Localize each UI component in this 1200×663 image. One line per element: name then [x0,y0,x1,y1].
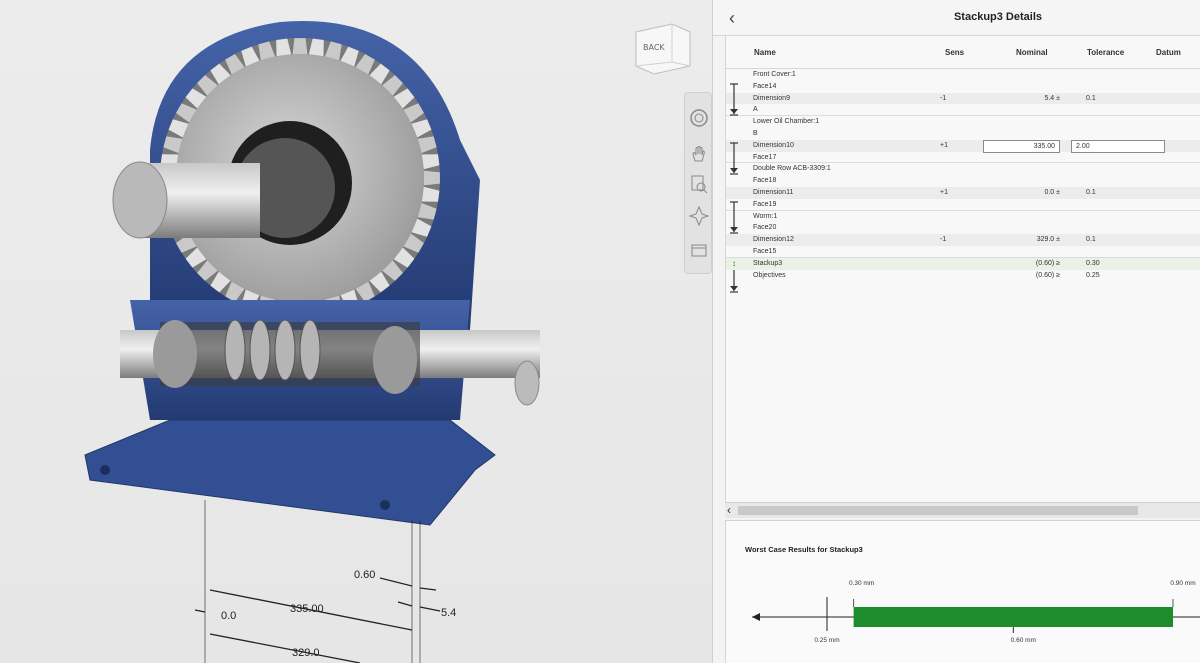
table-row[interactable]: Face18 [726,175,1200,187]
dimension-label-335[interactable]: 335.00 [290,603,324,615]
table-body: Front Cover:1 Face14 Dimension9 -1 5.4 ± 0.1 A… [726,69,1200,293]
dimension-row[interactable]: Dimension11 +1 0.0 ± 0.1 [726,186,1200,199]
max-label: 0.90 mm [1170,580,1195,587]
row-name: Face14 [753,82,777,90]
row-name: Face20 [753,224,777,232]
dimension-label-0.0[interactable]: 0.0 [221,610,236,622]
row-tolerance: 0.30 [1086,259,1100,267]
look-at-icon[interactable] [688,205,710,227]
row-name: Front Cover:1 [753,71,796,78]
column-header-nominal[interactable]: Nominal [1016,48,1048,57]
row-sens: -1 [940,94,947,102]
table-row[interactable]: Lower Oil Chamber:1 [726,116,1200,128]
dimension-label-329[interactable]: 329.0 [292,647,320,659]
row-name: Face15 [753,247,777,255]
row-sens: +1 [940,188,948,196]
min-label: 0.30 mm [849,580,874,587]
row-nominal: 329.0 ± [1036,236,1060,244]
row-nominal: 0.0 ± [1044,188,1060,196]
dimension-label-0.60[interactable]: 0.60 [354,569,375,581]
stackup-table: Name Sens Nominal Tolerance Datum Front … [725,36,1200,502]
row-name: Lower Oil Chamber:1 [753,118,820,126]
row-name: Face19 [753,200,777,208]
panel-header: ‹ Stackup3 Details [713,0,1200,36]
dimension-annotations [194,500,441,663]
row-tolerance: 0.25 [1086,271,1100,279]
column-header-tolerance[interactable]: Tolerance [1087,48,1124,57]
summary-row[interactable]: ↕ Stackup3 (0.60) ≥ 0.30 [726,257,1200,270]
horizontal-scrollbar[interactable]: ‹ [725,502,1200,518]
dimension-row[interactable]: Dimension10 +1 335.00 2.00 [726,139,1200,153]
app-window: 0.60 335.00 0.0 5.4 329.0 BACK ‹ Stackup… [0,0,1200,663]
table-row[interactable]: B [726,128,1200,140]
table-row[interactable]: Face17 [726,152,1200,164]
base-plate [84,419,496,526]
output-shaft [112,161,260,239]
display-settings-icon[interactable] [688,239,710,261]
row-tolerance: 0.1 [1086,188,1096,196]
row-name: A [753,106,758,114]
table-row[interactable]: Face20 [726,222,1200,234]
row-sens: +1 [940,141,948,149]
column-header-name[interactable]: Name [754,48,776,57]
row-tolerance: 0.1 [1086,236,1096,244]
axis-arrow-icon [752,613,760,621]
worst-case-chart: 0.30 mm 0.90 mm 0.25 mm 0.60 mm [752,580,1200,644]
view-cube[interactable]: BACK [632,22,692,76]
row-name: Stackup3 [753,259,783,267]
objective-label: 0.25 mm [814,637,839,644]
scrollbar-thumb[interactable] [738,506,1138,515]
row-name: Dimension12 [753,236,794,244]
navigation-bar [684,92,712,274]
row-name: Worm:1 [753,212,778,220]
stack-chain-icon [730,83,738,116]
column-header-datum[interactable]: Datum [1156,48,1181,57]
worst-case-results: Worst Case Results for Stackup3 0.30 mm 0… [725,520,1200,663]
row-tolerance: 0.1 [1086,94,1096,102]
row-nominal: (0.60) ≥ [1035,259,1060,267]
panel-title: Stackup3 Details [953,11,1043,23]
table-row[interactable]: Worm:1 [726,211,1200,223]
dimension-row[interactable]: Dimension12 -1 329.0 ± 0.1 [726,234,1200,246]
row-name: B [753,129,758,137]
table-row[interactable]: Double Row ACB-3309:1 [726,163,1200,175]
table-row[interactable]: Face15 [726,246,1200,258]
row-name: Face17 [753,153,777,161]
model-viewport[interactable]: 0.60 335.00 0.0 5.4 329.0 BACK [0,0,712,663]
dimension-label-5.4[interactable]: 5.4 [441,607,456,619]
table-row[interactable]: Front Cover:1 [726,69,1200,81]
gearbox-model[interactable]: 0.60 335.00 0.0 5.4 329.0 [0,0,712,663]
row-nominal: 5.4 ± [1044,94,1060,102]
row-name: Double Row ACB-3309:1 [753,165,831,173]
table-row[interactable]: Face19 [726,199,1200,211]
zoom-window-icon[interactable] [688,173,710,195]
table-header: Name Sens Nominal Tolerance Datum [726,36,1200,69]
summary-row[interactable]: Objectives (0.60) ≥ 0.25 [726,270,1200,282]
row-nominal: (0.60) ≥ [1035,271,1060,279]
table-row[interactable]: A [726,104,1200,117]
nominal-label: 0.60 mm [1011,637,1036,644]
scroll-left-icon[interactable]: ‹ [727,503,731,518]
stackup-details-panel: ‹ Stackup3 Details Name Sens Nominal Tol… [712,0,1200,663]
row-sens: -1 [940,236,947,244]
table-row[interactable]: Face14 [726,81,1200,93]
row-name: Objectives [753,271,786,279]
row-name: Dimension10 [753,141,794,149]
row-name: Dimension11 [753,188,794,196]
dimension-row[interactable]: Dimension9 -1 5.4 ± 0.1 [726,92,1200,105]
pan-hand-icon[interactable] [688,143,710,165]
row-name: Face18 [753,177,777,185]
orbit-icon[interactable] [688,107,710,129]
row-name: Dimension9 [753,94,790,102]
column-header-sens[interactable]: Sens [945,48,964,57]
worst-case-range-bar [853,607,1173,627]
view-cube-face-label: BACK [643,43,665,52]
stackup-icon: ↕ [732,258,736,268]
